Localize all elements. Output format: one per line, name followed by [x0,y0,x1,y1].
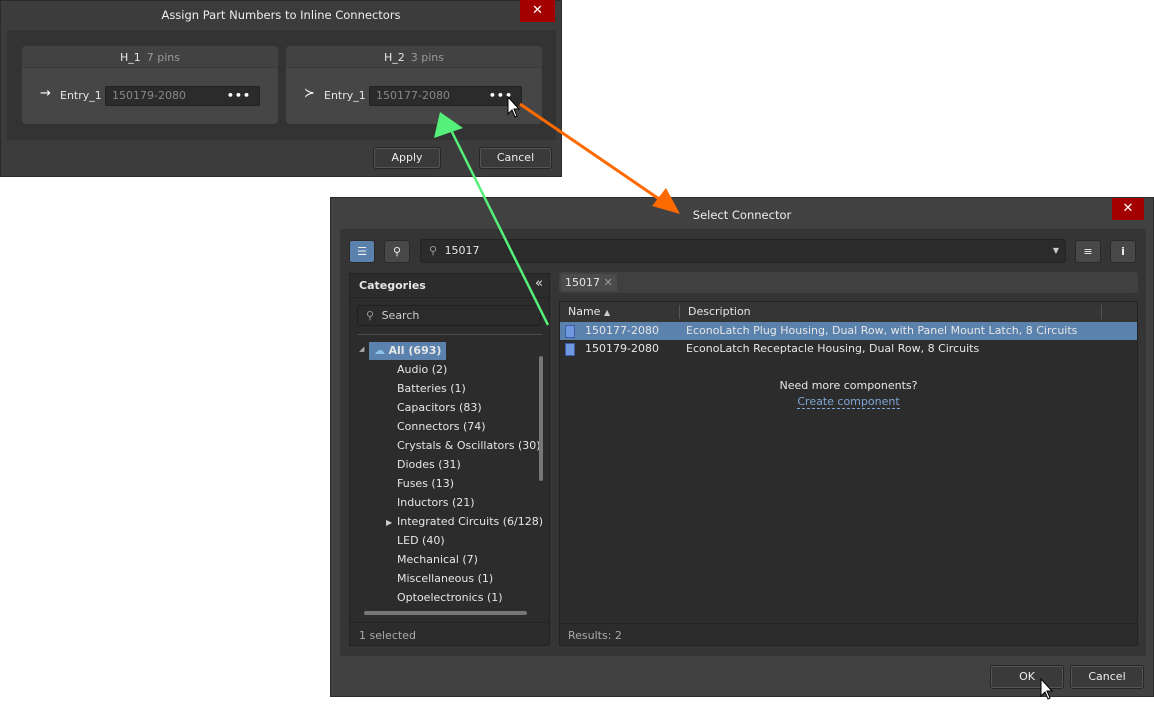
orange-arrowhead [652,188,680,214]
orange-arrow [519,102,666,205]
annotation-arrows [434,95,1054,700]
mouse-cursor-icon [507,95,521,118]
green-arrow [448,127,550,326]
mouse-cursor-icon [1040,677,1054,700]
green-arrowhead [434,112,463,138]
